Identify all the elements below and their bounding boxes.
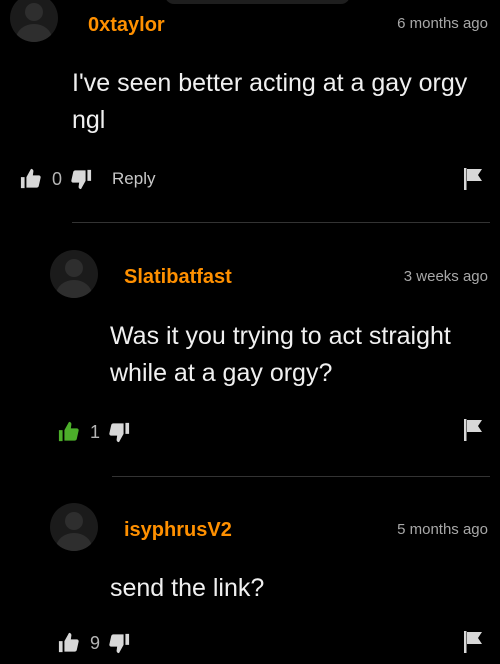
divider xyxy=(112,476,490,477)
comment-actions: 0 Reply xyxy=(20,164,155,194)
thumbs-up-icon[interactable] xyxy=(58,421,80,443)
thumbs-down-icon[interactable] xyxy=(108,421,130,443)
thumbs-down-icon[interactable] xyxy=(108,632,130,654)
avatar[interactable] xyxy=(50,250,98,298)
avatar[interactable] xyxy=(10,0,58,42)
like-count: 1 xyxy=(90,421,101,442)
top-handle xyxy=(165,0,350,4)
comment-username[interactable]: Slatibatfast xyxy=(124,266,232,289)
reply-button[interactable]: Reply xyxy=(112,169,155,189)
comment-username[interactable]: isyphrusV2 xyxy=(124,519,232,542)
comment-text: I've seen better acting at a gay orgy ng… xyxy=(72,69,468,134)
like-count: 0 xyxy=(52,168,63,189)
flag-icon[interactable] xyxy=(462,167,484,191)
thumbs-up-icon[interactable] xyxy=(20,168,42,190)
thumbs-down-icon[interactable] xyxy=(70,168,92,190)
thumbs-up-icon[interactable] xyxy=(58,632,80,654)
comment-timestamp: 6 months ago xyxy=(397,15,488,32)
comment-text: Was it you trying to act straight while … xyxy=(110,322,451,387)
like-count: 9 xyxy=(90,632,101,653)
flag-icon[interactable] xyxy=(462,418,484,442)
comment-username[interactable]: 0xtaylor xyxy=(88,14,165,37)
comment-timestamp: 3 weeks ago xyxy=(403,268,488,285)
avatar[interactable] xyxy=(50,503,98,551)
comment-actions: 9 xyxy=(58,628,130,658)
divider xyxy=(72,222,490,223)
comment-actions: 1 xyxy=(58,417,130,447)
flag-icon[interactable] xyxy=(462,630,484,654)
comment-text: send the link? xyxy=(110,574,265,602)
comment-timestamp: 5 months ago xyxy=(397,521,488,538)
